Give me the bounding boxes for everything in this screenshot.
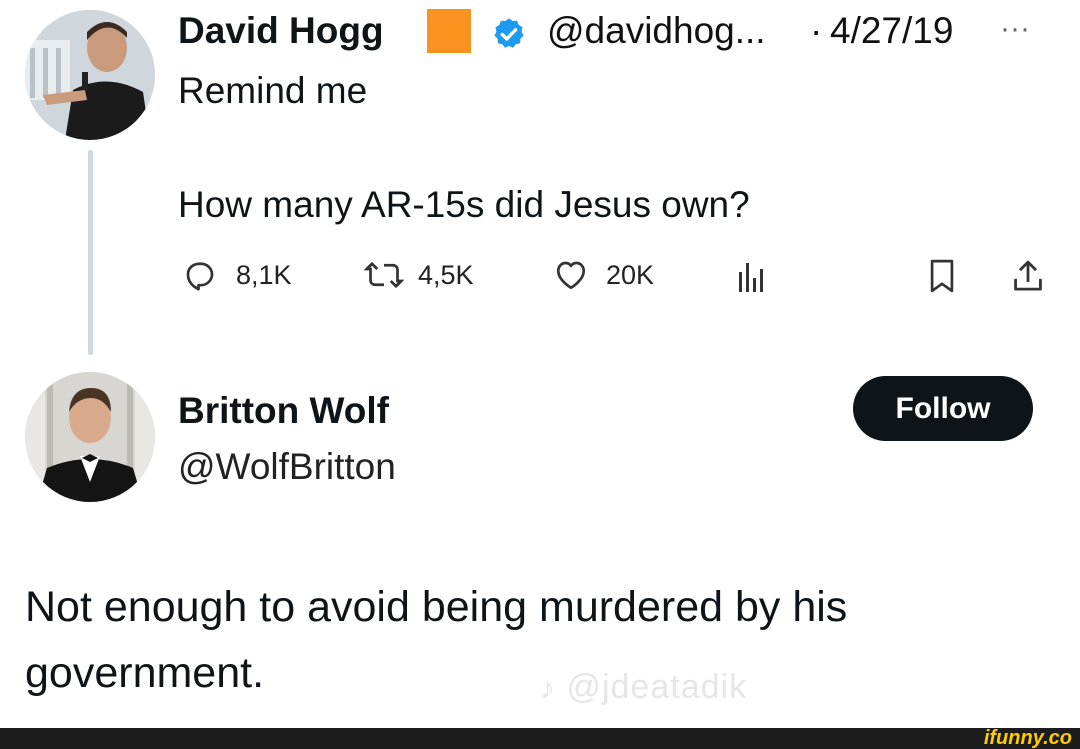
tweet-date[interactable]: 4/27/19 — [830, 10, 953, 52]
thread-line — [88, 150, 93, 355]
share-button[interactable] — [1010, 257, 1046, 295]
avatar-britton-wolf[interactable] — [25, 372, 155, 502]
share-icon — [1010, 257, 1046, 295]
heart-icon — [552, 257, 590, 293]
separator: · — [810, 10, 823, 51]
author-handle[interactable]: @davidhog... — [547, 10, 766, 52]
analytics-icon — [738, 260, 764, 294]
badge-square-icon — [427, 9, 471, 53]
ifunny-logo[interactable]: ifunny.co — [984, 728, 1072, 749]
watermark-text: @jdeatadik — [566, 668, 748, 706]
retweet-button[interactable]: 4,5K — [364, 257, 474, 293]
tweet-text-line2: How many AR-15s did Jesus own? — [178, 184, 750, 225]
more-options-icon[interactable]: ··· — [1000, 12, 1030, 46]
retweet-count: 4,5K — [418, 259, 474, 290]
reply-author-handle[interactable]: @WolfBritton — [178, 446, 396, 488]
avatar-david-hogg[interactable] — [25, 10, 155, 140]
reply-button[interactable]: 8,1K — [182, 257, 292, 293]
bookmark-icon — [925, 257, 959, 295]
reply-text-line1: Not enough to avoid being murdered by hi… — [25, 583, 848, 631]
retweet-icon — [364, 257, 404, 293]
reply-author-name[interactable]: Britton Wolf — [178, 390, 389, 432]
like-count: 20K — [606, 259, 655, 290]
reply-text-line2: government. — [25, 649, 265, 697]
views-button[interactable] — [738, 260, 764, 294]
reply-count: 8,1K — [236, 259, 292, 290]
tweet-text-line1: Remind me — [178, 70, 368, 111]
verified-badge-icon — [491, 16, 527, 52]
author-name[interactable]: David Hogg — [178, 10, 384, 52]
tiktok-icon: ♪ — [540, 672, 556, 705]
follow-button[interactable]: Follow — [853, 376, 1033, 441]
reply-icon — [182, 257, 218, 293]
bookmark-button[interactable] — [925, 257, 959, 295]
footer-bar: ifunny.co — [0, 728, 1080, 749]
like-button[interactable]: 20K — [552, 257, 654, 293]
tiktok-watermark: ♪ @jdeatadik — [540, 668, 747, 707]
